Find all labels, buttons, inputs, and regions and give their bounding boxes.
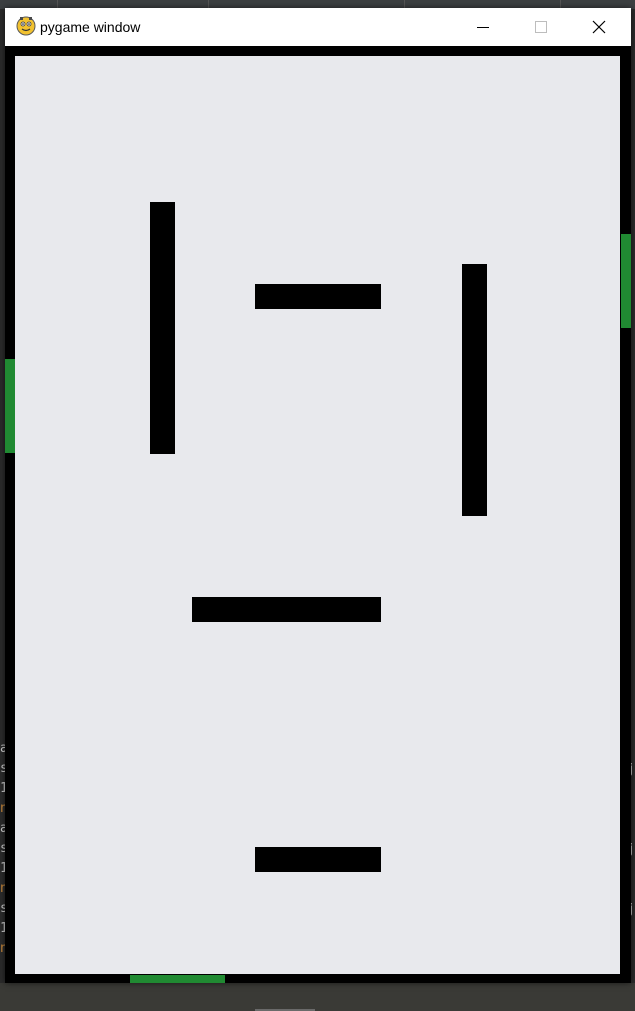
- maze-wall-horizontal: [192, 597, 381, 622]
- close-button[interactable]: [570, 8, 628, 46]
- exit-marker-right: [621, 234, 631, 328]
- window-titlebar[interactable]: pygame window: [5, 8, 631, 46]
- maze-wall-horizontal: [255, 847, 381, 872]
- window-title: pygame window: [40, 19, 141, 35]
- pygame-window: pygame window: [5, 8, 631, 983]
- maze-wall-vertical: [150, 202, 175, 454]
- pygame-snake-icon: [16, 16, 36, 36]
- background-tab-divider: [57, 0, 58, 8]
- maximize-icon: [535, 21, 547, 33]
- maximize-button[interactable]: [512, 8, 570, 46]
- exit-marker-bottom: [130, 975, 225, 983]
- minimize-button[interactable]: [454, 8, 512, 46]
- maze-wall-vertical: [462, 264, 487, 516]
- desktop-background: a s 1 n a s 1 n s 1 n j j j pyg: [0, 0, 635, 1011]
- background-tab-divider: [208, 0, 209, 8]
- close-icon: [592, 20, 606, 34]
- game-canvas[interactable]: [15, 56, 620, 974]
- minimize-icon: [477, 27, 489, 28]
- background-tab-divider: [560, 0, 561, 8]
- background-taskbar: [0, 983, 635, 1011]
- maze-wall-horizontal: [255, 284, 381, 309]
- background-tab-divider: [404, 0, 405, 8]
- exit-marker-left: [5, 359, 15, 453]
